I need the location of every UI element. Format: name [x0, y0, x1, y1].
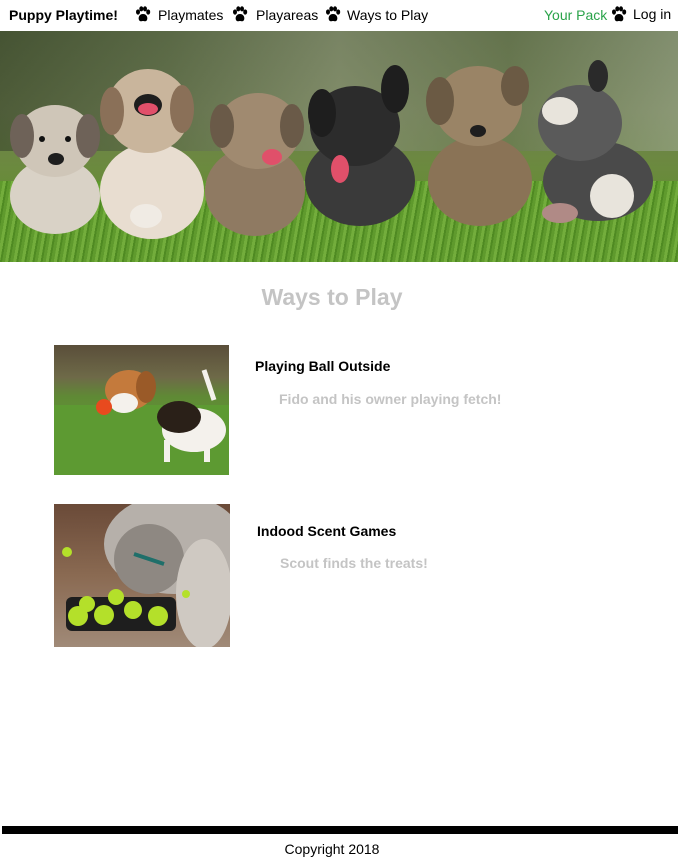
- card-title-scent-games[interactable]: Indood Scent Games: [257, 523, 396, 539]
- hero-image: [0, 31, 678, 262]
- card-caption-scent-games: Scout finds the treats!: [280, 555, 428, 571]
- puppies-illustration: [10, 60, 653, 239]
- nav-link-your-pack[interactable]: Your Pack: [544, 7, 607, 23]
- footer-divider: [2, 826, 678, 834]
- beagle-puppy-ball-photo: [54, 345, 229, 475]
- nav-link-playareas[interactable]: Playareas: [256, 7, 318, 23]
- paw-icon: [233, 6, 248, 22]
- paw-icon: [136, 6, 151, 22]
- brand-link[interactable]: Puppy Playtime!: [9, 7, 118, 23]
- nav-link-playmates[interactable]: Playmates: [158, 7, 223, 23]
- page-title: Ways to Play: [261, 284, 403, 310]
- paw-icon: [326, 6, 341, 22]
- card-caption-playing-ball: Fido and his owner playing fetch!: [279, 391, 502, 407]
- nav-link-ways-to-play[interactable]: Ways to Play: [347, 7, 428, 23]
- paw-icon: [612, 6, 627, 22]
- nav-link-login[interactable]: Log in: [633, 6, 671, 22]
- footer-copyright: Copyright 2018: [284, 841, 380, 857]
- top-nav: Puppy Playtime! Playmates Playareas Ways…: [0, 0, 678, 31]
- card-title-playing-ball[interactable]: Playing Ball Outside: [255, 358, 390, 374]
- dog-puzzle-toy-photo: [54, 504, 230, 647]
